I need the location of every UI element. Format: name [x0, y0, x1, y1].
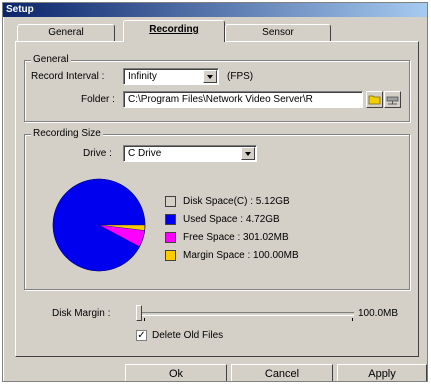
check-icon: ✓	[137, 330, 146, 341]
legend-swatch-disk-space	[165, 196, 176, 207]
tab-bar: General Recording Sensor	[11, 20, 421, 42]
folder-input[interactable]: C:\Program Files\Network Video Server\R	[123, 91, 363, 108]
record-interval-select[interactable]: Infinity	[123, 68, 219, 85]
chevron-down-icon[interactable]	[241, 147, 255, 160]
legend-free-space: Free Space : 301.02MB	[183, 232, 289, 243]
disk-margin-slider[interactable]	[136, 312, 354, 316]
slider-tick	[144, 318, 145, 321]
ok-button[interactable]: Ok	[125, 364, 227, 381]
network-drive-icon	[386, 96, 399, 105]
disk-usage-pie	[52, 178, 146, 272]
apply-button[interactable]: Apply	[337, 364, 427, 381]
delete-old-files-checkbox[interactable]: ✓	[136, 330, 147, 341]
drive-value: C Drive	[128, 148, 162, 159]
record-interval-unit: (FPS)	[227, 71, 254, 82]
network-folder-button[interactable]	[384, 91, 401, 108]
drive-select[interactable]: C Drive	[123, 145, 257, 162]
legend-used-space: Used Space : 4.72GB	[183, 214, 280, 225]
folder-value: C:\Program Files\Network Video Server\R	[128, 94, 313, 105]
delete-old-files-label: Delete Old Files	[152, 330, 224, 341]
general-group: General Record Interval : Infinity (FPS)…	[24, 54, 410, 122]
recording-size-group: Recording Size Drive : C Drive Disk Spac…	[24, 128, 410, 290]
window-title: Setup	[3, 3, 427, 17]
setup-dialog: Setup General Recording Sensor General R…	[2, 2, 428, 382]
slider-tick	[352, 318, 353, 321]
disk-margin-value: 100.0MB	[358, 308, 399, 319]
disk-margin-label: Disk Margin :	[52, 308, 111, 319]
record-interval-value: Infinity	[128, 71, 157, 82]
tab-sensor[interactable]: Sensor	[225, 24, 331, 41]
recording-size-title: Recording Size	[31, 128, 103, 139]
tab-general[interactable]: General	[17, 24, 115, 41]
chevron-down-icon[interactable]	[203, 70, 217, 83]
disk-margin-area: Disk Margin : 100.0MB ✓ Delete Old Files	[24, 296, 410, 352]
cancel-button[interactable]: Cancel	[231, 364, 333, 381]
legend-disk-space: Disk Space(C) : 5.12GB	[183, 196, 290, 207]
folder-label: Folder :	[81, 94, 115, 105]
browse-folder-button[interactable]	[366, 91, 383, 108]
legend-swatch-margin-space	[165, 250, 176, 261]
legend-swatch-used-space	[165, 214, 176, 225]
legend-swatch-free-space	[165, 232, 176, 243]
general-group-title: General	[31, 54, 71, 65]
disk-margin-slider-thumb[interactable]	[136, 305, 142, 321]
record-interval-label: Record Interval :	[31, 71, 105, 82]
legend-margin-space: Margin Space : 100.00MB	[183, 250, 299, 261]
recording-panel: General Record Interval : Infinity (FPS)…	[15, 41, 419, 357]
drive-label: Drive :	[83, 148, 112, 159]
tab-recording[interactable]: Recording	[123, 20, 225, 42]
folder-icon	[368, 95, 381, 105]
